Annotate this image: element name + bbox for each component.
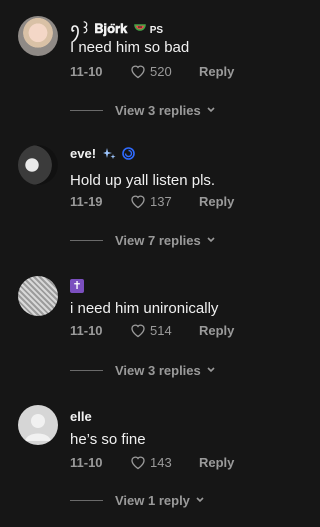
heart-icon bbox=[130, 194, 146, 209]
like-button[interactable]: 520 bbox=[130, 64, 172, 79]
like-count: 143 bbox=[150, 455, 172, 470]
like-count: 520 bbox=[150, 64, 172, 79]
comment-text: Hold up yall listen pls. bbox=[70, 172, 216, 189]
like-button[interactable]: 137 bbox=[130, 194, 172, 209]
chevron-down-icon bbox=[206, 233, 216, 248]
comment-date: 11-10 bbox=[70, 323, 103, 338]
view-replies-label: View 1 reply bbox=[115, 493, 190, 508]
comment-date: 11-10 bbox=[70, 455, 103, 470]
view-replies-button[interactable]: View 1 reply bbox=[70, 493, 205, 508]
cross-icon: ✝ bbox=[70, 277, 84, 293]
view-replies-button[interactable]: View 3 replies bbox=[70, 363, 216, 378]
chevron-down-icon bbox=[206, 103, 216, 118]
view-replies-label: View 3 replies bbox=[115, 103, 201, 118]
divider bbox=[70, 370, 103, 371]
heart-icon bbox=[130, 455, 146, 470]
divider bbox=[70, 110, 103, 111]
like-count: 137 bbox=[150, 194, 172, 209]
cross-symbol: ✝ bbox=[70, 278, 84, 293]
comment-meta: 11-10 520 Reply bbox=[70, 64, 290, 82]
like-count: 514 bbox=[150, 323, 172, 338]
comment-username-suffix: PS bbox=[149, 25, 164, 36]
view-replies-button[interactable]: View 3 replies bbox=[70, 103, 216, 118]
reply-button[interactable]: Reply bbox=[199, 64, 234, 79]
like-button[interactable]: 514 bbox=[130, 323, 172, 338]
reply-button[interactable]: Reply bbox=[199, 323, 234, 338]
avatar-placeholder[interactable] bbox=[18, 405, 58, 445]
chevron-down-icon bbox=[206, 363, 216, 378]
avatar[interactable] bbox=[18, 276, 58, 316]
view-replies-label: View 3 replies bbox=[115, 363, 201, 378]
view-replies-label: View 7 replies bbox=[115, 233, 201, 248]
default-user-icon bbox=[25, 414, 51, 441]
heart-icon bbox=[130, 323, 146, 338]
comment-username[interactable]: ✝ bbox=[70, 276, 84, 293]
comment-date: 11-19 bbox=[70, 194, 103, 209]
comment-username[interactable]: elle bbox=[70, 409, 92, 424]
comment-meta: 11-10 514 Reply bbox=[70, 323, 290, 341]
chevron-down-icon bbox=[195, 493, 205, 508]
divider bbox=[70, 240, 103, 241]
avatar[interactable] bbox=[18, 145, 58, 185]
comment-text: I need him so bad bbox=[70, 39, 190, 56]
comment-date: 11-10 bbox=[70, 64, 103, 79]
heart-icon bbox=[130, 64, 146, 79]
reply-button[interactable]: Reply bbox=[199, 194, 234, 209]
reply-button[interactable]: Reply bbox=[199, 455, 234, 470]
divider bbox=[70, 500, 103, 501]
view-replies-button[interactable]: View 7 replies bbox=[70, 233, 216, 248]
swirl-icon bbox=[122, 146, 136, 163]
comment-meta: 11-19 137 Reply bbox=[70, 194, 290, 212]
comment-username[interactable]: eve! bbox=[70, 146, 136, 163]
comment-text: i need him unironically bbox=[70, 300, 219, 317]
avatar[interactable] bbox=[18, 16, 58, 56]
comment-meta: 11-10 143 Reply bbox=[70, 455, 290, 473]
like-button[interactable]: 143 bbox=[130, 455, 172, 470]
comment-text: he’s so fine bbox=[70, 431, 146, 448]
watermelon-icon bbox=[134, 22, 146, 37]
sparkles-icon bbox=[102, 147, 116, 163]
